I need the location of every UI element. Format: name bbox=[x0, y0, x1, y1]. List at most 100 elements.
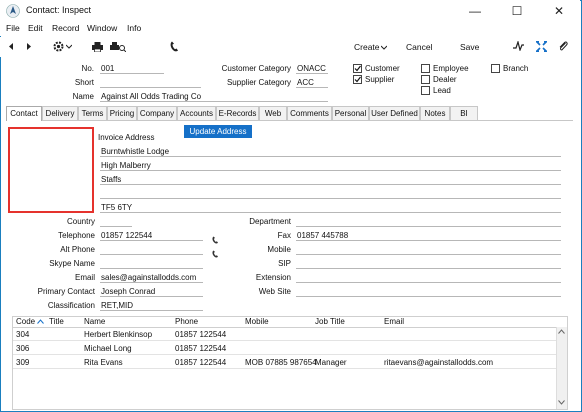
tab-terms[interactable]: Terms bbox=[78, 106, 107, 120]
supplier-checkbox[interactable] bbox=[353, 75, 362, 84]
fax-field[interactable]: 01857 445788 bbox=[297, 231, 348, 240]
update-address-button[interactable]: Update Address bbox=[184, 125, 252, 138]
address-line-3-underline bbox=[100, 184, 561, 185]
previous-record-icon[interactable] bbox=[7, 42, 15, 51]
table-row-name[interactable]: Herbert Blenkinsop bbox=[84, 330, 152, 339]
address-line-1[interactable]: Burntwhistle Lodge bbox=[101, 147, 169, 156]
close-button[interactable]: ✕ bbox=[538, 0, 580, 22]
telephone-field[interactable]: 01857 122544 bbox=[101, 231, 152, 240]
primary-contact-field[interactable]: Joseph Conrad bbox=[101, 287, 155, 296]
next-record-icon[interactable] bbox=[25, 42, 33, 51]
column-header-job-title[interactable]: Job Title bbox=[315, 317, 345, 326]
column-header-mobile[interactable]: Mobile bbox=[245, 317, 269, 326]
minimize-button[interactable]: — bbox=[454, 0, 496, 22]
tab-accounts[interactable]: Accounts bbox=[177, 106, 216, 120]
table-row-name[interactable]: Rita Evans bbox=[84, 358, 123, 367]
phone-icon[interactable] bbox=[170, 41, 179, 52]
table-row-email[interactable]: ritaevans@againstallodds.com bbox=[384, 358, 493, 367]
tab-user-defined[interactable]: User Defined bbox=[369, 106, 420, 120]
menu-record[interactable]: Record bbox=[52, 23, 79, 33]
tab-personal[interactable]: Personal bbox=[332, 106, 369, 120]
tab-e-records[interactable]: E-Records bbox=[216, 106, 259, 120]
table-row-code[interactable]: 306 bbox=[16, 344, 29, 353]
grid-scrollbar[interactable] bbox=[556, 327, 567, 409]
address-line-2[interactable]: High Malberry bbox=[101, 161, 151, 170]
classification-field[interactable]: RET,MID bbox=[101, 301, 133, 310]
extension-underline bbox=[296, 282, 561, 283]
classification-label: Classification bbox=[47, 301, 95, 310]
create-button[interactable]: Create bbox=[354, 42, 380, 52]
tab-notes[interactable]: Notes bbox=[420, 106, 450, 120]
column-header-title[interactable]: Title bbox=[49, 317, 64, 326]
table-row-phone[interactable]: 01857 122544 bbox=[175, 330, 226, 339]
telephone-underline bbox=[100, 240, 203, 241]
create-menu-icon[interactable] bbox=[381, 45, 387, 50]
tab-bi[interactable]: BI bbox=[450, 106, 478, 120]
attachment-icon[interactable] bbox=[558, 40, 569, 52]
address-line-3[interactable]: Staffs bbox=[101, 175, 121, 184]
name-label: Name bbox=[72, 92, 94, 101]
sip-underline bbox=[296, 268, 561, 269]
activity-icon[interactable] bbox=[513, 41, 524, 51]
tab-pricing[interactable]: Pricing bbox=[107, 106, 137, 120]
tab-company[interactable]: Company bbox=[137, 106, 177, 120]
email-field[interactable]: sales@againstallodds.com bbox=[101, 273, 196, 282]
menu-file[interactable]: File bbox=[6, 23, 20, 33]
table-row-phone[interactable]: 01857 122544 bbox=[175, 344, 226, 353]
menu-edit[interactable]: Edit bbox=[28, 23, 43, 33]
skype-name-label: Skype Name bbox=[49, 259, 95, 268]
email-underline bbox=[100, 282, 203, 283]
table-row-code[interactable]: 304 bbox=[16, 330, 29, 339]
table-row-code[interactable]: 309 bbox=[16, 358, 29, 367]
gear-icon[interactable] bbox=[53, 41, 65, 52]
department-label: Department bbox=[249, 217, 291, 226]
menu-window[interactable]: Window bbox=[87, 23, 117, 33]
table-row-phone[interactable]: 01857 122544 bbox=[175, 358, 226, 367]
dealer-checkbox[interactable] bbox=[421, 75, 430, 84]
save-button[interactable]: Save bbox=[460, 42, 479, 52]
tab-delivery[interactable]: Delivery bbox=[42, 106, 78, 120]
tab-contact[interactable]: Contact bbox=[6, 106, 42, 121]
customer-checkbox[interactable] bbox=[353, 64, 362, 73]
mobile-underline bbox=[296, 254, 561, 255]
skype-name-underline bbox=[100, 268, 203, 269]
tab-web[interactable]: Web bbox=[259, 106, 287, 120]
table-row-job-title[interactable]: Manager bbox=[315, 358, 347, 367]
table-row-name[interactable]: Michael Long bbox=[84, 344, 132, 353]
expand-icon[interactable] bbox=[536, 41, 547, 52]
department-underline bbox=[296, 226, 561, 227]
scroll-up-icon[interactable] bbox=[558, 329, 565, 334]
customer-category-underline bbox=[296, 73, 328, 74]
column-header-name[interactable]: Name bbox=[84, 317, 105, 326]
lead-checkbox[interactable] bbox=[421, 86, 430, 95]
table-row-mobile[interactable]: MOB 07885 987654 bbox=[245, 358, 317, 367]
print-preview-icon[interactable] bbox=[110, 42, 126, 52]
alt-phone-underline bbox=[100, 254, 203, 255]
tab-comments[interactable]: Comments bbox=[287, 106, 332, 120]
employee-checkbox[interactable] bbox=[421, 64, 430, 73]
web-site-label: Web Site bbox=[258, 287, 291, 296]
cancel-button[interactable]: Cancel bbox=[406, 42, 432, 52]
toolbar bbox=[0, 37, 580, 57]
address-line-5[interactable]: TF5 6TY bbox=[101, 203, 132, 212]
fax-underline bbox=[296, 240, 561, 241]
column-header-email[interactable]: Email bbox=[384, 317, 404, 326]
branch-checkbox[interactable] bbox=[491, 64, 500, 73]
customer-category-field[interactable]: ONACC bbox=[297, 64, 326, 73]
no-label: No. bbox=[81, 64, 94, 73]
maximize-button[interactable]: ☐ bbox=[496, 0, 538, 22]
fax-label: Fax bbox=[277, 231, 291, 240]
address-line-5-underline bbox=[100, 212, 561, 213]
printer-icon[interactable] bbox=[92, 42, 103, 52]
supplier-category-field[interactable]: ACC bbox=[297, 78, 314, 87]
menu-info[interactable]: Info bbox=[127, 23, 141, 33]
country-underline bbox=[100, 226, 132, 227]
country-label: Country bbox=[66, 217, 95, 226]
scroll-down-icon[interactable] bbox=[558, 400, 565, 405]
no-field[interactable]: 001 bbox=[101, 64, 114, 73]
column-header-code[interactable]: Code bbox=[16, 317, 35, 326]
name-field[interactable]: Against All Odds Trading Co bbox=[101, 92, 201, 101]
column-header-phone[interactable]: Phone bbox=[175, 317, 198, 326]
chevron-down-icon[interactable] bbox=[66, 44, 72, 49]
name-underline bbox=[100, 101, 328, 102]
